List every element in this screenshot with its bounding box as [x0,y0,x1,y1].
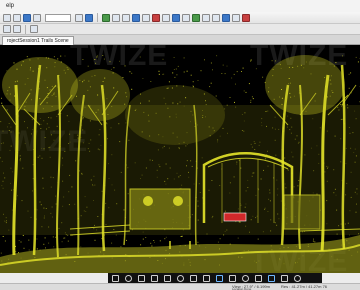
tree-canopy [70,69,130,121]
ground-surface [0,235,360,273]
properties-icon[interactable] [13,25,21,33]
toolbar-separator-2 [25,24,26,34]
export-icon[interactable] [85,13,93,22]
menu-help[interactable]: elp [6,3,14,9]
camera-icon[interactable] [202,13,210,22]
status-resolution-readout: Res : 41.27m / 41.27m 76 [281,284,328,289]
lighting-icon[interactable] [281,274,288,282]
red-sign [223,212,247,222]
snapshot-icon[interactable] [229,274,236,282]
settings-icon[interactable] [212,13,220,22]
grid-icon[interactable] [222,13,230,22]
undo-icon[interactable] [33,13,41,22]
menu-bar: elp [0,0,360,12]
tree-canopy [265,55,345,115]
mesh-icon[interactable] [182,13,190,22]
reset-view-icon[interactable] [294,274,301,282]
point-size-icon[interactable] [242,274,249,282]
fit-icon[interactable] [203,274,210,282]
layer-dropdown[interactable] [45,13,71,22]
save-icon[interactable] [23,13,31,22]
view-side-icon[interactable] [190,274,197,282]
import-icon[interactable] [75,13,83,22]
tab-scene[interactable]: rojectSession1 Trails Scene [2,36,74,45]
view-top-icon[interactable] [177,274,184,282]
main-toolbar [0,12,360,24]
crop-icon[interactable] [142,13,150,22]
target-icon[interactable] [232,13,240,22]
toolbar-separator [97,13,98,22]
tree-canopy [2,57,78,113]
open-icon[interactable] [13,13,21,22]
building-panel [283,194,321,230]
measure-icon[interactable] [122,13,130,22]
new-icon[interactable] [3,13,11,22]
building-panel [129,188,191,230]
pan-icon[interactable] [151,274,158,282]
perspective-icon[interactable] [268,274,275,282]
panel-light [143,196,153,206]
select-icon[interactable] [102,13,110,22]
secondary-toolbar [0,24,360,35]
delete-icon[interactable] [152,13,160,22]
filter-icon[interactable] [132,13,140,22]
clip-icon[interactable] [216,274,223,282]
color-mode-icon[interactable] [255,274,262,282]
walk-icon[interactable] [112,274,119,282]
point-cloud-scene [0,55,360,273]
register-icon[interactable] [172,13,180,22]
status-bar: View : 27.9° / 6.199m Res : 41.27m / 41.… [0,283,360,290]
view-front-icon[interactable] [164,274,171,282]
render-icon[interactable] [192,13,200,22]
panel-light [173,196,183,206]
segment-icon[interactable] [162,13,170,22]
point-cloud-viewport[interactable]: TWIZE TWIZE TWIZE TWIZE [0,45,360,273]
tree-canopy [125,85,225,145]
fence-icon[interactable] [112,13,120,22]
layers-icon[interactable] [3,25,11,33]
orbit-icon[interactable] [125,274,132,282]
record-icon[interactable] [242,13,250,22]
info-icon[interactable] [30,25,38,33]
document-tab-strip: rojectSession1 Trails Scene [0,35,360,45]
view-toolbar [108,273,322,283]
zoom-icon[interactable] [138,274,145,282]
